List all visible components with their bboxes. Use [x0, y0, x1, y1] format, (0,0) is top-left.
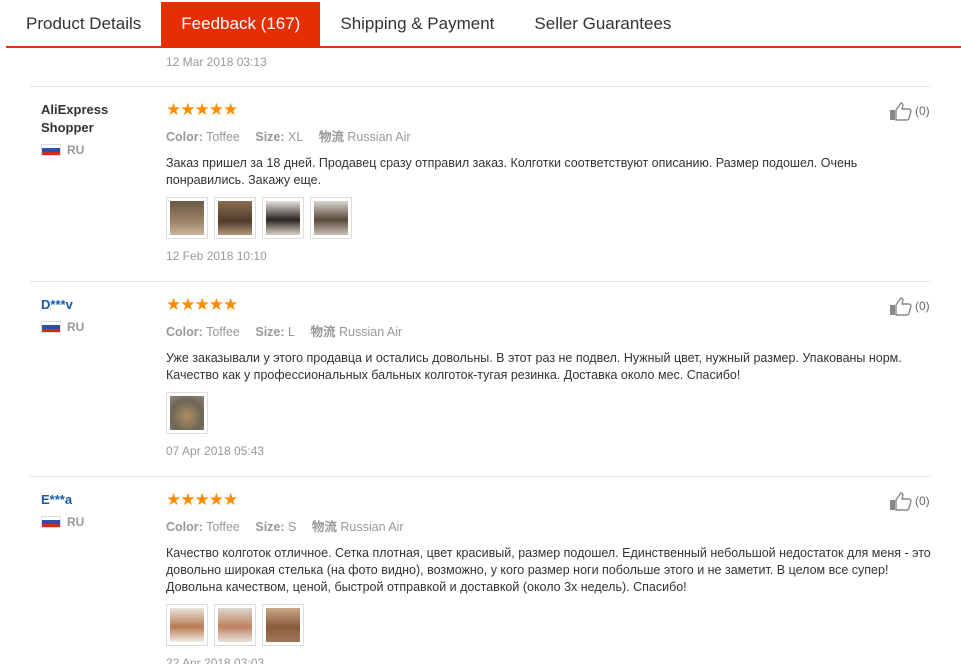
review-photo[interactable]: [166, 604, 208, 646]
reviewer-info: D***v RU: [41, 296, 151, 334]
divider: [30, 86, 931, 87]
size-value: XL: [288, 130, 304, 144]
review-photo[interactable]: [214, 197, 256, 239]
helpful-count: (0): [915, 104, 930, 118]
review-date: 12 Feb 2018 10:10: [166, 249, 267, 263]
thumbs-up-icon: [890, 492, 912, 511]
size-label: Size:: [255, 520, 285, 534]
divider: [30, 281, 931, 282]
rating-stars: ★★★★★: [166, 295, 238, 314]
review-photos: [166, 604, 936, 646]
helpful-button[interactable]: (0): [889, 491, 930, 511]
review-text: Уже заказывали у этого продавца и остали…: [166, 351, 902, 382]
review-photo[interactable]: [262, 197, 304, 239]
tab-product-details[interactable]: Product Details: [6, 2, 161, 46]
shipping-label: 物流: [310, 325, 336, 339]
helpful-button[interactable]: (0): [889, 101, 930, 121]
size-value: L: [288, 325, 295, 339]
color-label: Color:: [166, 130, 203, 144]
reviewer-name[interactable]: E***a: [41, 491, 151, 509]
thumbs-up-icon: [890, 102, 912, 121]
color-label: Color:: [166, 325, 203, 339]
reviewer-country: RU: [41, 320, 151, 334]
review-photo[interactable]: [310, 197, 352, 239]
review-body: ★★★★★ Color: Toffee Size: XL 物流 Russian …: [166, 101, 936, 263]
divider: [30, 476, 931, 477]
tab-feedback[interactable]: Feedback (167): [161, 2, 321, 46]
helpful-count: (0): [915, 299, 930, 313]
size-label: Size:: [255, 130, 285, 144]
shipping-value: Russian Air: [347, 130, 411, 144]
review-body: ★★★★★ Color: Toffee Size: S 物流 Russian A…: [166, 491, 936, 664]
color-value: Toffee: [206, 520, 240, 534]
color-value: Toffee: [206, 130, 240, 144]
review-photos: [166, 197, 936, 239]
review-date: 22 Apr 2018 03:03: [166, 656, 265, 664]
reviewer-name: AliExpress Shopper: [41, 102, 109, 135]
review-body: ★★★★★ Color: Toffee Size: L 物流 Russian A…: [166, 296, 936, 458]
color-label: Color:: [166, 520, 203, 534]
shipping-value: Russian Air: [340, 520, 404, 534]
shipping-label: 物流: [311, 520, 337, 534]
size-label: Size:: [255, 325, 285, 339]
reviewer-name[interactable]: D***v: [41, 296, 151, 314]
helpful-count: (0): [915, 494, 930, 508]
thumbs-up-icon: [890, 297, 912, 316]
reviewer-country: RU: [41, 515, 151, 529]
color-value: Toffee: [206, 325, 240, 339]
review-date: 07 Apr 2018 05:43: [166, 444, 265, 458]
review-text: Качество колготок отличное. Сетка плотна…: [166, 546, 931, 594]
rating-stars: ★★★★★: [166, 490, 238, 509]
rating-stars: ★★★★★: [166, 100, 238, 119]
tab-bar: Product Details Feedback (167) Shipping …: [6, 2, 961, 48]
previous-review-date: 12 Mar 2018 03:13: [166, 55, 267, 69]
reviewer-country: RU: [41, 143, 151, 157]
review-photos: [166, 392, 936, 434]
reviewer-info: E***a RU: [41, 491, 151, 529]
review-photo[interactable]: [166, 197, 208, 239]
country-code: RU: [67, 143, 85, 157]
helpful-button[interactable]: (0): [889, 296, 930, 316]
russia-flag-icon: [41, 321, 61, 333]
review-photo[interactable]: [214, 604, 256, 646]
reviewer-info: AliExpress Shopper RU: [41, 101, 151, 157]
country-code: RU: [67, 320, 85, 334]
review-photo[interactable]: [166, 392, 208, 434]
shipping-label: 物流: [318, 130, 344, 144]
size-value: S: [288, 520, 297, 534]
shipping-value: Russian Air: [338, 325, 403, 339]
tab-shipping-payment[interactable]: Shipping & Payment: [320, 2, 514, 46]
review-text: Заказ пришел за 18 дней. Продавец сразу …: [166, 156, 858, 187]
order-attributes: Color: Toffee Size: L 物流 Russian Air: [166, 321, 936, 340]
russia-flag-icon: [41, 516, 61, 528]
order-attributes: Color: Toffee Size: XL 物流 Russian Air: [166, 126, 936, 145]
order-attributes: Color: Toffee Size: S 物流 Russian Air: [166, 516, 936, 535]
review-photo[interactable]: [262, 604, 304, 646]
tab-seller-guarantees[interactable]: Seller Guarantees: [514, 2, 691, 46]
russia-flag-icon: [41, 144, 61, 156]
country-code: RU: [67, 515, 85, 529]
